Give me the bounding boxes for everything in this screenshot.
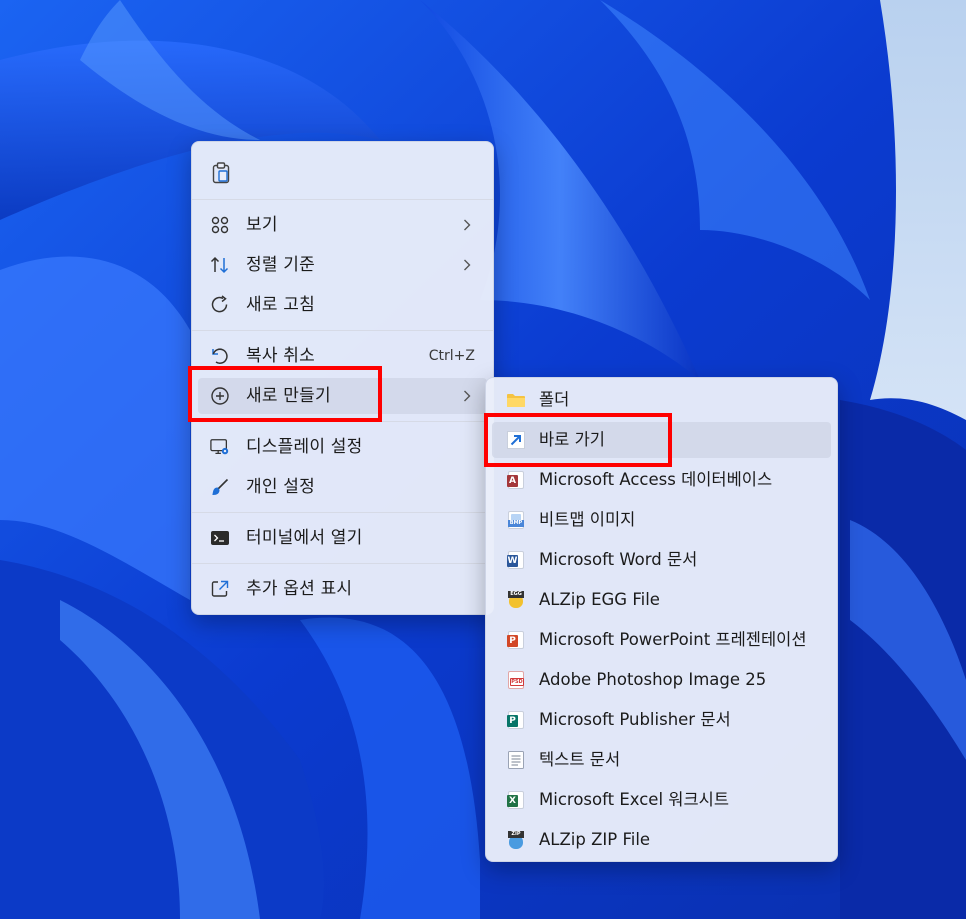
egg-file-icon: EGG: [506, 590, 526, 610]
highlight-box-new: [188, 366, 382, 422]
excel-file-icon: X: [506, 790, 526, 810]
undo-icon: [210, 346, 230, 366]
submenu-item-label: Microsoft Excel 워크시트: [539, 790, 730, 809]
psd-file-icon: PSD: [506, 670, 526, 690]
submenu-item-label: Microsoft PowerPoint 프레젠테이션: [539, 630, 807, 649]
menu-item-view[interactable]: 보기: [198, 207, 487, 243]
paste-button[interactable]: [204, 156, 238, 190]
bitmap-file-icon: BMP: [506, 510, 526, 530]
chevron-right-icon: [461, 216, 473, 234]
submenu-item-word-document[interactable]: W Microsoft Word 문서: [492, 542, 831, 578]
highlight-box-shortcut: [484, 413, 672, 467]
brush-icon: [210, 477, 230, 497]
submenu-item-label: Adobe Photoshop Image 25: [539, 670, 767, 689]
submenu-item-label: 비트맵 이미지: [539, 510, 636, 529]
grid-view-icon: [210, 215, 230, 235]
submenu-item-access-database[interactable]: A Microsoft Access 데이터베이스: [492, 462, 831, 498]
menu-item-label: 터미널에서 열기: [246, 528, 363, 548]
menu-separator: [192, 330, 493, 331]
shortcut-label: Ctrl+Z: [428, 348, 475, 364]
paste-icon: [212, 162, 230, 184]
submenu-item-alzip-zip[interactable]: ZIP ALZip ZIP File: [492, 822, 831, 858]
more-options-icon: [210, 579, 230, 599]
submenu-item-label: Microsoft Word 문서: [539, 550, 698, 569]
menu-item-open-in-terminal[interactable]: 터미널에서 열기: [198, 520, 487, 556]
word-file-icon: W: [506, 550, 526, 570]
submenu-item-excel-worksheet[interactable]: X Microsoft Excel 워크시트: [492, 782, 831, 818]
folder-icon: [506, 390, 526, 410]
submenu-item-text-document[interactable]: 텍스트 문서: [492, 742, 831, 778]
submenu-item-powerpoint[interactable]: P Microsoft PowerPoint 프레젠테이션: [492, 622, 831, 658]
submenu-item-label: ALZip EGG File: [539, 590, 660, 609]
menu-item-sort-by[interactable]: 정렬 기준: [198, 247, 487, 283]
publisher-file-icon: P: [506, 710, 526, 730]
menu-separator: [192, 199, 493, 200]
menu-item-show-more-options[interactable]: 추가 옵션 표시: [198, 571, 487, 607]
submenu-item-alzip-egg[interactable]: EGG ALZip EGG File: [492, 582, 831, 618]
menu-item-refresh[interactable]: 새로 고침: [198, 287, 487, 323]
terminal-icon: [210, 528, 230, 548]
refresh-icon: [210, 295, 230, 315]
powerpoint-file-icon: P: [506, 630, 526, 650]
submenu-item-label: Microsoft Publisher 문서: [539, 710, 731, 729]
menu-item-label: 정렬 기준: [246, 255, 315, 275]
submenu-item-publisher[interactable]: P Microsoft Publisher 문서: [492, 702, 831, 738]
submenu-item-label: ALZip ZIP File: [539, 830, 651, 849]
menu-item-label: 새로 고침: [246, 295, 315, 315]
menu-item-label: 디스플레이 설정: [246, 437, 363, 457]
text-file-icon: [506, 750, 526, 770]
menu-item-label: 개인 설정: [246, 477, 315, 497]
menu-item-label: 보기: [246, 215, 278, 235]
menu-item-personalize[interactable]: 개인 설정: [198, 469, 487, 505]
menu-item-label: 추가 옵션 표시: [246, 579, 353, 599]
submenu-item-label: 텍스트 문서: [539, 750, 621, 769]
submenu-item-bitmap-image[interactable]: BMP 비트맵 이미지: [492, 502, 831, 538]
menu-separator: [192, 512, 493, 513]
access-file-icon: A: [506, 470, 526, 490]
menu-separator: [192, 563, 493, 564]
sort-arrows-icon: [210, 255, 230, 275]
submenu-item-photoshop[interactable]: PSD Adobe Photoshop Image 25: [492, 662, 831, 698]
zip-file-icon: ZIP: [506, 830, 526, 850]
submenu-item-label: Microsoft Access 데이터베이스: [539, 470, 773, 489]
menu-item-display-settings[interactable]: 디스플레이 설정: [198, 429, 487, 465]
chevron-right-icon: [461, 387, 473, 405]
display-settings-icon: [210, 437, 230, 457]
chevron-right-icon: [461, 256, 473, 274]
